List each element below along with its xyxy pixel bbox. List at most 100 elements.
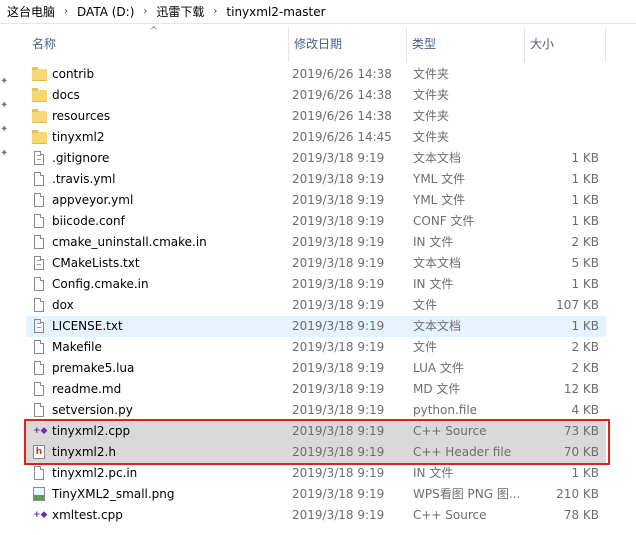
file-name: tinyxml2.h bbox=[52, 445, 116, 459]
file-list: contrib 2019/6/26 14:38 文件夹 docs 2019/6/… bbox=[26, 64, 606, 526]
pin-icon[interactable]: ✦ bbox=[0, 76, 8, 87]
file-date: 2019/3/18 9:19 bbox=[292, 172, 385, 186]
file-name: readme.md bbox=[52, 382, 122, 396]
cpp-source-icon: +◆ bbox=[33, 426, 48, 436]
chevron-right-icon[interactable]: › bbox=[58, 6, 74, 17]
file-size bbox=[527, 64, 599, 85]
file-size: 1 KB bbox=[571, 172, 599, 186]
file-name: Makefile bbox=[52, 340, 102, 354]
file-row[interactable]: +◆ xmltest.cpp 2019/3/18 9:19 C++ Source… bbox=[26, 505, 606, 526]
file-date: 2019/3/18 9:19 bbox=[292, 403, 385, 417]
file-type: 文件 bbox=[413, 298, 438, 312]
file-row[interactable]: .travis.yml 2019/3/18 9:19 YML 文件 1 KB bbox=[26, 169, 606, 190]
file-type: 文件 bbox=[413, 340, 438, 354]
file-size: 1 KB bbox=[571, 151, 599, 165]
file-date: 2019/3/18 9:19 bbox=[292, 214, 385, 228]
file-size: 1 KB bbox=[571, 319, 599, 333]
file-size: 1 KB bbox=[571, 193, 599, 207]
column-header-date[interactable]: 修改日期 bbox=[288, 24, 406, 62]
file-row[interactable]: biicode.conf 2019/3/18 9:19 CONF 文件 1 KB bbox=[26, 211, 606, 232]
file-date: 2019/3/18 9:19 bbox=[292, 319, 385, 333]
file-row[interactable]: readme.md 2019/3/18 9:19 MD 文件 12 KB bbox=[26, 379, 606, 400]
header-file-icon: h bbox=[33, 445, 45, 459]
file-type: IN 文件 bbox=[413, 235, 454, 249]
file-date: 2019/6/26 14:45 bbox=[292, 130, 392, 144]
file-row[interactable]: TinyXML2_small.png 2019/3/18 9:19 WPS看图 … bbox=[26, 484, 606, 505]
file-icon bbox=[34, 466, 44, 480]
file-size: 210 KB bbox=[556, 487, 599, 501]
file-type: LUA 文件 bbox=[413, 361, 464, 375]
file-icon bbox=[34, 214, 44, 228]
breadcrumb-tinyxml2-master[interactable]: tinyxml2-master bbox=[223, 5, 328, 19]
file-size: 12 KB bbox=[563, 382, 599, 396]
file-date: 2019/3/18 9:19 bbox=[292, 487, 385, 501]
file-icon bbox=[34, 172, 44, 186]
file-type: 文本文档 bbox=[413, 319, 462, 333]
file-row[interactable]: Makefile 2019/3/18 9:19 文件 2 KB bbox=[26, 337, 606, 358]
file-size: 4 KB bbox=[571, 403, 599, 417]
file-name: contrib bbox=[52, 67, 95, 81]
file-date: 2019/3/18 9:19 bbox=[292, 466, 385, 480]
breadcrumb-data-drive[interactable]: DATA (D:) bbox=[74, 5, 137, 19]
file-date: 2019/3/18 9:19 bbox=[292, 445, 385, 459]
file-row[interactable]: contrib 2019/6/26 14:38 文件夹 bbox=[26, 64, 606, 85]
file-row[interactable]: appveyor.yml 2019/3/18 9:19 YML 文件 1 KB bbox=[26, 190, 606, 211]
breadcrumb-xunlei-downloads[interactable]: 迅雷下载 bbox=[153, 3, 207, 20]
file-name: tinyxml2.pc.in bbox=[52, 466, 138, 480]
file-icon bbox=[34, 382, 44, 396]
column-header-size[interactable]: 大小 bbox=[524, 24, 606, 62]
folder-icon bbox=[32, 67, 47, 81]
file-size: 1 KB bbox=[571, 277, 599, 291]
file-name: LICENSE.txt bbox=[52, 319, 123, 333]
file-name: cmake_uninstall.cmake.in bbox=[52, 235, 207, 249]
file-size: 2 KB bbox=[571, 361, 599, 375]
breadcrumb-this-pc[interactable]: 这台电脑 bbox=[4, 3, 58, 20]
file-name: dox bbox=[52, 298, 74, 312]
file-name: .gitignore bbox=[52, 151, 110, 165]
file-date: 2019/3/18 9:19 bbox=[292, 235, 385, 249]
file-date: 2019/6/26 14:38 bbox=[292, 88, 392, 102]
chevron-right-icon[interactable]: › bbox=[137, 6, 153, 17]
file-size: 1 KB bbox=[571, 214, 599, 228]
text-file-icon bbox=[34, 256, 44, 270]
pin-icon[interactable]: ✦ bbox=[0, 124, 8, 135]
file-type: 文件夹 bbox=[413, 130, 450, 144]
navigation-pane-edge: ✦ ✦ ✦ ✦ bbox=[0, 24, 14, 535]
file-row[interactable]: resources 2019/6/26 14:38 文件夹 bbox=[26, 106, 606, 127]
column-header-type[interactable]: 类型 bbox=[406, 24, 524, 62]
file-row[interactable]: .gitignore 2019/3/18 9:19 文本文档 1 KB bbox=[26, 148, 606, 169]
file-type: python.file bbox=[413, 403, 478, 417]
file-row[interactable]: premake5.lua 2019/3/18 9:19 LUA 文件 2 KB bbox=[26, 358, 606, 379]
file-icon bbox=[34, 235, 44, 249]
file-row[interactable]: LICENSE.txt 2019/3/18 9:19 文本文档 1 KB bbox=[26, 316, 606, 337]
file-date: 2019/6/26 14:38 bbox=[292, 67, 392, 81]
file-date: 2019/3/18 9:19 bbox=[292, 340, 385, 354]
file-date: 2019/3/18 9:19 bbox=[292, 256, 385, 270]
pin-icon[interactable]: ✦ bbox=[0, 100, 8, 111]
file-row[interactable]: tinyxml2 2019/6/26 14:45 文件夹 bbox=[26, 127, 606, 148]
file-name: tinyxml2.cpp bbox=[52, 424, 131, 438]
file-row[interactable]: setversion.py 2019/3/18 9:19 python.file… bbox=[26, 400, 606, 421]
file-row[interactable]: h tinyxml2.h 2019/3/18 9:19 C++ Header f… bbox=[26, 442, 606, 463]
file-row[interactable]: CMakeLists.txt 2019/3/18 9:19 文本文档 5 KB bbox=[26, 253, 606, 274]
file-name: CMakeLists.txt bbox=[52, 256, 140, 270]
file-type: CONF 文件 bbox=[413, 214, 475, 228]
chevron-right-icon[interactable]: › bbox=[207, 6, 223, 17]
file-date: 2019/3/18 9:19 bbox=[292, 298, 385, 312]
file-row[interactable]: +◆ tinyxml2.cpp 2019/3/18 9:19 C++ Sourc… bbox=[26, 421, 606, 442]
file-row[interactable]: dox 2019/3/18 9:19 文件 107 KB bbox=[26, 295, 606, 316]
file-row[interactable]: docs 2019/6/26 14:38 文件夹 bbox=[26, 85, 606, 106]
breadcrumb: 这台电脑 › DATA (D:) › 迅雷下载 › tinyxml2-maste… bbox=[0, 0, 636, 24]
file-date: 2019/3/18 9:19 bbox=[292, 382, 385, 396]
file-row[interactable]: cmake_uninstall.cmake.in 2019/3/18 9:19 … bbox=[26, 232, 606, 253]
sort-ascending-icon: ^ bbox=[150, 26, 158, 36]
file-size bbox=[527, 127, 599, 148]
pin-icon[interactable]: ✦ bbox=[0, 148, 8, 159]
file-name: setversion.py bbox=[52, 403, 133, 417]
file-type: YML 文件 bbox=[413, 172, 466, 186]
file-row[interactable]: tinyxml2.pc.in 2019/3/18 9:19 IN 文件 1 KB bbox=[26, 463, 606, 484]
file-name: appveyor.yml bbox=[52, 193, 134, 207]
folder-icon bbox=[32, 109, 47, 123]
file-row[interactable]: Config.cmake.in 2019/3/18 9:19 IN 文件 1 K… bbox=[26, 274, 606, 295]
column-divider[interactable] bbox=[605, 28, 606, 62]
